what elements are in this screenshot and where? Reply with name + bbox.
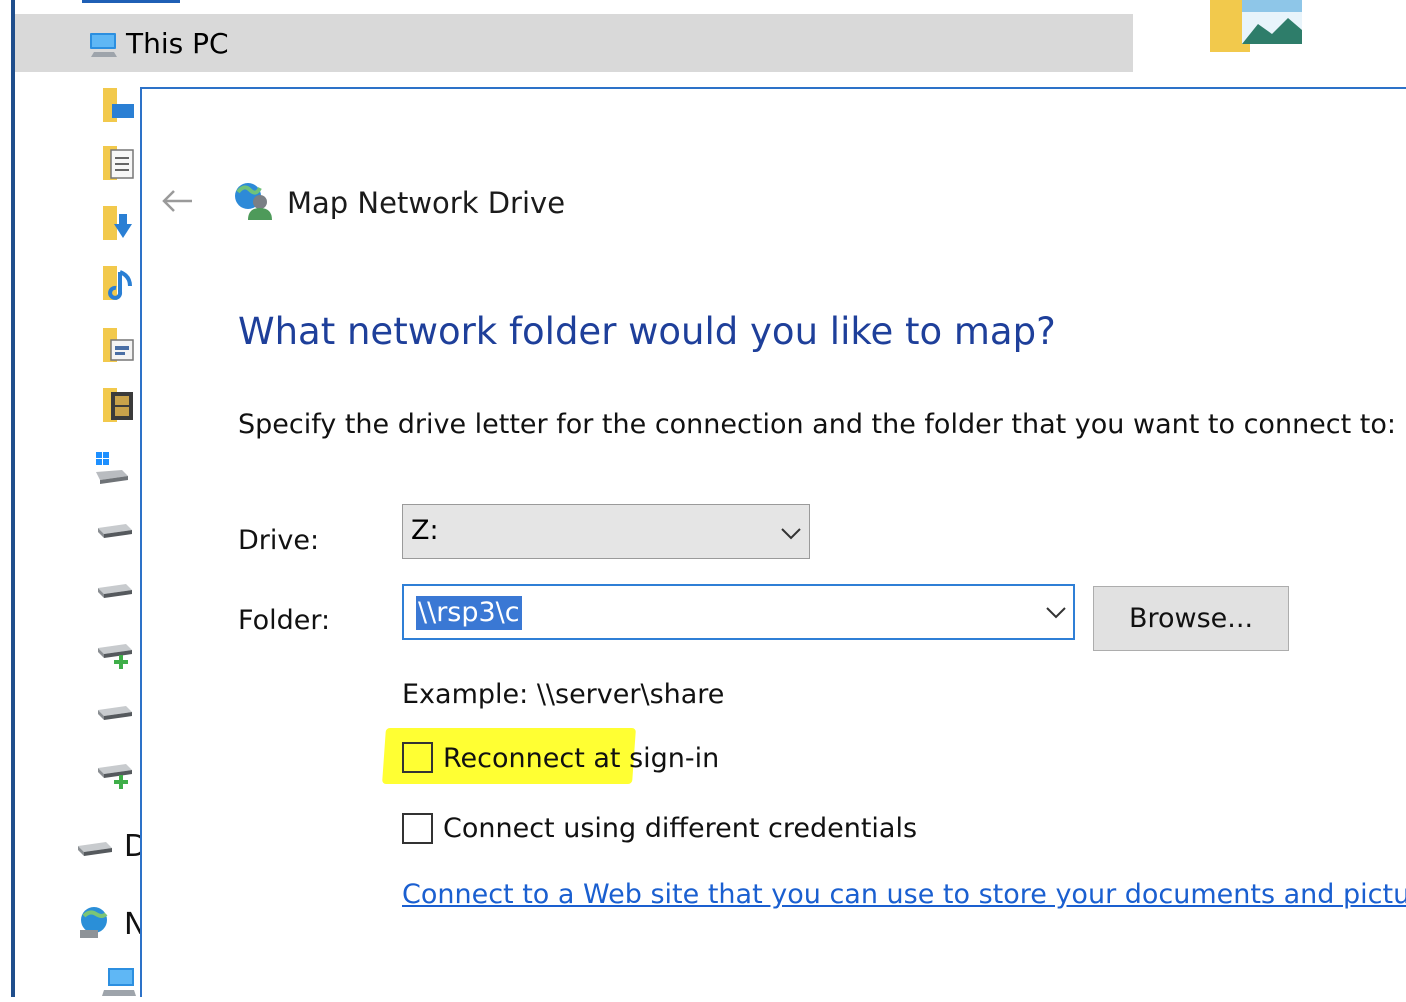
drive-icon: [98, 524, 132, 538]
drive-value: Z:: [411, 515, 439, 546]
desktop-folder-icon: [103, 88, 134, 122]
computer-icon: [90, 33, 117, 57]
network-drive-icon: [235, 183, 272, 220]
this-pc-label: This PC: [126, 27, 229, 60]
chevron-down-icon[interactable]: [1044, 604, 1068, 620]
videos-folder-icon: [103, 388, 133, 422]
pictures-folder-icon: [103, 328, 134, 362]
example-text: Example: \\server\share: [402, 679, 725, 710]
windows-drive-icon: [96, 452, 128, 484]
drive-icon: [98, 584, 132, 598]
folder-label: Folder:: [238, 605, 331, 636]
chevron-down-icon: [781, 528, 801, 540]
downloads-folder-icon: [103, 206, 132, 240]
reconnect-checkbox[interactable]: [402, 742, 433, 773]
folder-value: \\rsp3\c: [416, 596, 522, 630]
credentials-label[interactable]: Connect using different credentials: [443, 811, 917, 847]
reconnect-label[interactable]: Reconnect at sign-in: [443, 741, 719, 777]
dialog-title: Map Network Drive: [287, 186, 566, 220]
browse-button[interactable]: Browse...: [1093, 586, 1289, 651]
folder-input[interactable]: \\rsp3\c: [402, 584, 1075, 640]
pictures-folder-icon: [1210, 0, 1302, 52]
web-site-link[interactable]: Connect to a Web site that you can use t…: [402, 877, 1406, 913]
music-folder-icon: [103, 266, 132, 300]
back-arrow-icon[interactable]: [160, 186, 194, 216]
documents-folder-icon: [103, 146, 134, 180]
drive-select[interactable]: Z:: [402, 504, 810, 559]
dialog-heading: What network folder would you like to ma…: [238, 310, 1056, 353]
nav-link-underline: [82, 0, 180, 3]
drive-label: Drive:: [238, 525, 320, 556]
network-drive-icon: [98, 764, 132, 789]
drive-icon: [78, 842, 112, 856]
network-icon: [80, 907, 108, 938]
network-drive-icon: [98, 644, 132, 669]
drive-icon: [98, 706, 132, 720]
credentials-checkbox[interactable]: [402, 813, 433, 844]
instruction-text: Specify the drive letter for the connect…: [238, 409, 1397, 440]
window-border: [11, 0, 15, 997]
